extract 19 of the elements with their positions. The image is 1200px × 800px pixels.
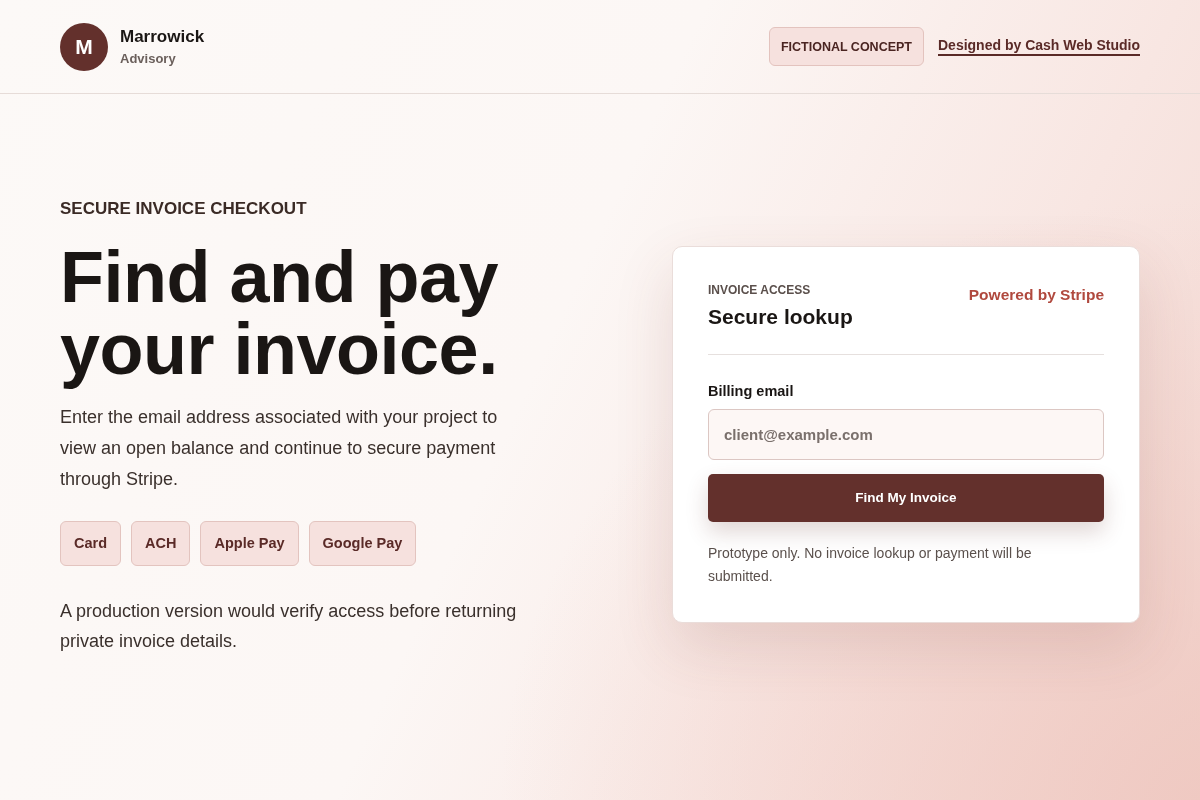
payment-method-tag: Card [60, 520, 122, 566]
payment-method-tag: Google Pay [308, 520, 417, 566]
brand-logo: M [60, 22, 108, 71]
brand-tagline: Advisory [120, 51, 177, 66]
card-title: Secure lookup [708, 304, 853, 329]
payment-method-tag: ACH [131, 520, 191, 566]
submit-button[interactable]: Find My Invoice [708, 473, 1104, 522]
brand-name: Marrowick [120, 27, 205, 47]
email-input[interactable]: client@example.com [708, 408, 1104, 460]
hero-eyebrow: SECURE INVOICE CHECKOUT [60, 198, 308, 219]
hero-description: Enter the email address associated with your project to view an open balance and continue to secure payment through Stripe. [60, 405, 499, 491]
credit-link[interactable]: Designed by Cash Web Studio [938, 37, 1140, 56]
provider-label: Powered by Stripe [968, 285, 1104, 304]
payment-method-tag: Apple Pay [200, 520, 299, 566]
concept-badge: FICTIONAL CONCEPT [768, 27, 924, 66]
card-disclaimer: Prototype only. No invoice lookup or payment will be submitted. [708, 543, 1033, 586]
hero-note: A production version would verify access before returning private invoice details. [60, 599, 518, 653]
card-eyebrow: INVOICE ACCESS [708, 282, 812, 297]
field-label: Billing email [708, 382, 795, 399]
